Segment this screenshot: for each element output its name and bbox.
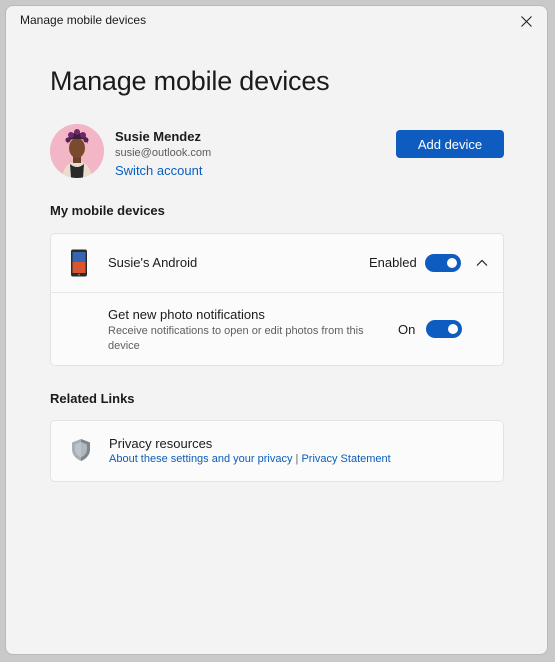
device-card: Susie's Android Enabled Get new photo no… (50, 233, 504, 366)
avatar (50, 124, 104, 178)
shield-icon (72, 439, 90, 461)
link-separator: | (295, 453, 299, 465)
setting-state-label: On (398, 322, 416, 337)
setting-title: Get new photo notifications (108, 307, 265, 322)
chevron-up-icon[interactable] (473, 254, 491, 272)
setting-description: Receive notifications to open or edit ph… (108, 325, 364, 352)
add-device-button[interactable]: Add device (396, 130, 504, 158)
toggle-knob (447, 258, 457, 268)
phone-icon (71, 249, 87, 277)
privacy-resources-title: Privacy resources (109, 436, 213, 451)
device-row[interactable]: Susie's Android Enabled (51, 234, 503, 293)
device-enabled-toggle[interactable] (425, 254, 461, 272)
device-name: Susie's Android (108, 255, 198, 270)
privacy-resources-card: Privacy resources About these settings a… (50, 420, 504, 482)
device-status-label: Enabled (369, 255, 417, 270)
avatar-portrait (50, 124, 104, 178)
privacy-links: About these settings and your privacy | … (109, 453, 391, 465)
related-links-heading: Related Links (50, 391, 135, 406)
page-title: Manage mobile devices (50, 66, 330, 96)
switch-account-link[interactable]: Switch account (115, 163, 202, 178)
privacy-statement-link[interactable]: Privacy Statement (301, 453, 390, 465)
window-title: Manage mobile devices (20, 13, 147, 27)
photo-notifications-toggle[interactable] (426, 320, 462, 338)
close-button[interactable] (511, 8, 541, 34)
manage-devices-window: Manage mobile devices Manage mobile devi… (5, 5, 548, 655)
account-email: susie@outlook.com (115, 147, 212, 159)
close-icon (520, 15, 532, 27)
my-devices-heading: My mobile devices (50, 203, 165, 218)
about-settings-privacy-link[interactable]: About these settings and your privacy (109, 453, 292, 465)
account-name: Susie Mendez (115, 129, 201, 144)
title-bar: Manage mobile devices (6, 6, 547, 36)
toggle-knob (448, 324, 458, 334)
